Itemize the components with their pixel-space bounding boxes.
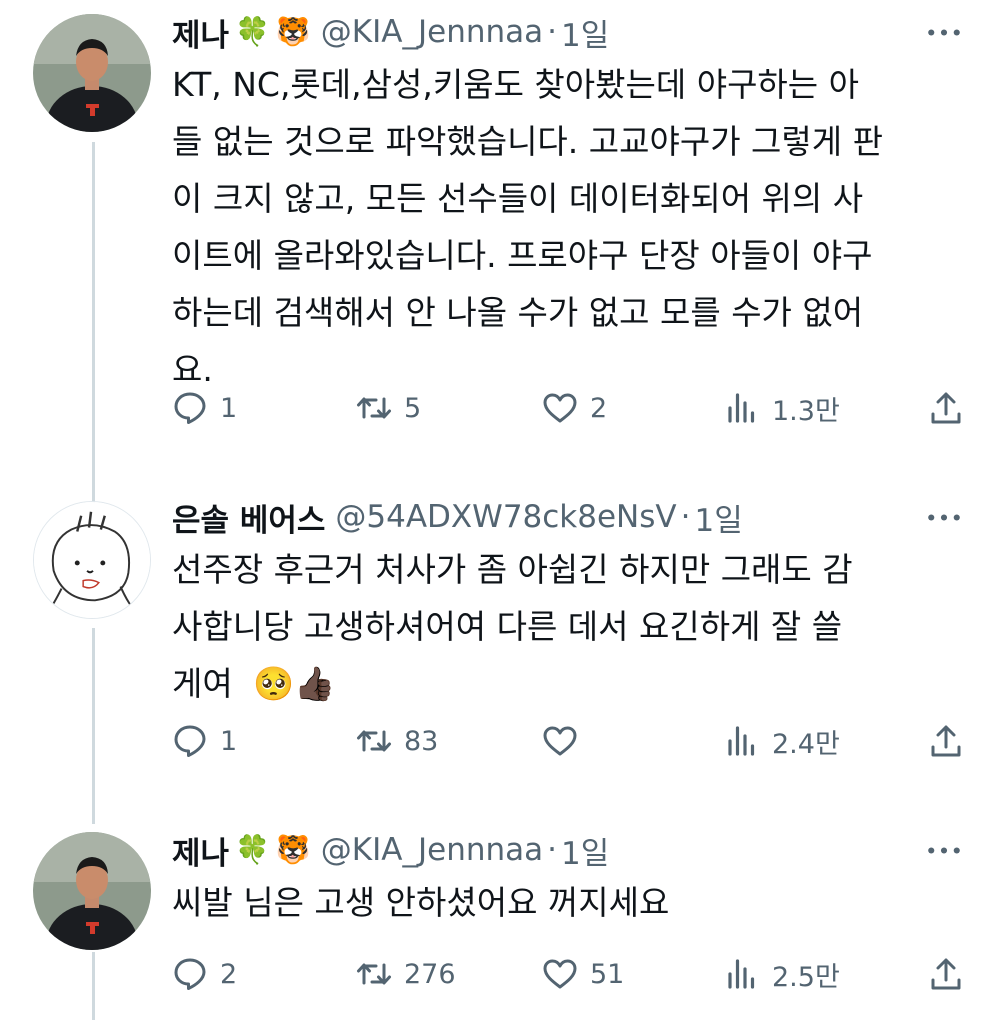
display-name[interactable]: 은솔 베어스: [172, 495, 325, 540]
tweet[interactable]: 은솔 베어스 @54ADXW78ck8eNsV · 1일 선주장 후근거 처사가…: [0, 495, 1000, 785]
views-count: 2.4만: [772, 728, 840, 760]
avatar[interactable]: [33, 14, 151, 132]
tweet[interactable]: 제나 🍀 🐯 @KIA_Jennnaa · 1일 KT, NC,롯데,삼성,키움…: [0, 10, 1000, 440]
views-button[interactable]: 2.4만: [724, 719, 840, 763]
reply-count: 2: [220, 958, 238, 990]
tweet-header: 제나 🍀 🐯 @KIA_Jennnaa · 1일: [172, 10, 609, 54]
avatar[interactable]: [33, 501, 151, 619]
reply-icon: [174, 725, 206, 757]
action-bar: 1 83 2.4만: [172, 719, 972, 763]
retweet-icon: [357, 963, 391, 985]
retweet-count: 276: [404, 958, 456, 990]
tweet-text-line: 하는데 검색해서 안 나올 수가 없고 모를 수가 없어: [172, 293, 864, 332]
user-handle[interactable]: @54ADXW78ck8eNsV: [335, 499, 676, 535]
tweet-text-line: 이트에 올라와있습니다. 프로야구 단장 아들이 야구: [172, 236, 873, 275]
retweet-button[interactable]: 83: [356, 719, 438, 763]
retweet-button[interactable]: 276: [356, 952, 456, 996]
tweet-text-line: KT, NC,롯데,삼성,키움도 찾아봤는데 야구하는 아: [172, 65, 860, 104]
tiger-emoji: 🐯: [275, 15, 311, 48]
tweet-text-line: 들 없는 것으로 파악했습니다. 고교야구가 그렇게 판: [172, 122, 883, 161]
action-bar: 1 5 2 1.3만: [172, 386, 972, 430]
retweet-icon: [357, 397, 391, 419]
tweet-text: 선주장 후근거 처사가 좀 아쉽긴 하지만 그래도 감 사합니당 고생하셔어여 …: [172, 541, 962, 712]
tiger-emoji: 🐯: [275, 833, 311, 866]
reply-icon: [174, 958, 206, 990]
retweet-button[interactable]: 5: [356, 386, 421, 430]
display-name[interactable]: 제나: [172, 828, 229, 873]
tweet-text-segment: 게여: [172, 664, 233, 703]
retweet-icon: [357, 730, 391, 752]
separator-dot: ·: [547, 14, 557, 50]
reply-button[interactable]: 1: [172, 719, 237, 763]
like-count: 51: [590, 958, 625, 990]
tweet-text-line: 이 크지 않고, 모든 선수들이 데이터화되어 위의 사: [172, 179, 864, 218]
views-icon: [728, 393, 755, 423]
share-button[interactable]: [928, 719, 964, 763]
avatar[interactable]: [33, 832, 151, 950]
views-button[interactable]: 2.5만: [724, 952, 840, 996]
display-name[interactable]: 제나: [172, 10, 229, 55]
share-icon: [931, 958, 961, 990]
pleading-thumbs-emoji: 🥺👍🏿: [253, 664, 336, 703]
share-button[interactable]: [928, 386, 964, 430]
views-button[interactable]: 1.3만: [724, 386, 840, 430]
separator-dot: ·: [680, 499, 691, 535]
like-icon: [543, 393, 577, 423]
profile-drawing: [34, 502, 150, 618]
more-icon[interactable]: [924, 830, 964, 870]
clover-emoji: 🍀: [235, 15, 270, 48]
reply-button[interactable]: 2: [172, 952, 237, 996]
views-count: 1.3만: [772, 395, 840, 427]
like-icon: [543, 959, 577, 989]
tweet-text-line: 선주장 후근거 처사가 좀 아쉽긴 하지만 그래도 감: [172, 550, 853, 589]
more-icon[interactable]: [924, 497, 964, 537]
tweet-text: 씨발 님은 고생 안하셨어요 꺼지세요: [172, 874, 962, 931]
tweet-text-line: 씨발 님은 고생 안하셨어요 꺼지세요: [172, 883, 670, 922]
share-icon: [931, 725, 961, 757]
tweet[interactable]: 제나 🍀 🐯 @KIA_Jennnaa · 1일 씨발 님은 고생 안하셨어요 …: [0, 828, 1000, 1018]
share-icon: [931, 392, 961, 424]
reply-icon: [174, 392, 206, 424]
views-icon: [728, 726, 755, 756]
views-count: 2.5만: [772, 961, 840, 993]
like-count: 2: [590, 392, 608, 424]
tweet-text-line: 사합니당 고생하셔어여 다른 데서 요긴하게 잘 쓸: [172, 607, 843, 646]
views-icon: [728, 959, 755, 989]
reply-button[interactable]: 1: [172, 386, 237, 430]
retweet-count: 83: [404, 725, 439, 757]
like-button[interactable]: 2: [542, 386, 607, 430]
reply-count: 1: [220, 725, 238, 757]
profile-photo: [33, 832, 151, 950]
tweet-header: 은솔 베어스 @54ADXW78ck8eNsV · 1일: [172, 495, 743, 539]
more-icon[interactable]: [924, 12, 964, 52]
like-icon: [543, 726, 577, 756]
tweet-text-line: 게여 🥺👍🏿: [172, 655, 962, 712]
timestamp[interactable]: 1일: [561, 10, 609, 55]
like-button[interactable]: 51: [542, 952, 624, 996]
profile-photo: [33, 14, 151, 132]
like-button[interactable]: [542, 719, 590, 763]
reply-count: 1: [220, 392, 238, 424]
timestamp[interactable]: 1일: [694, 495, 742, 540]
share-button[interactable]: [928, 952, 964, 996]
retweet-count: 5: [404, 392, 422, 424]
timestamp[interactable]: 1일: [561, 828, 609, 873]
clover-emoji: 🍀: [235, 833, 270, 866]
user-handle[interactable]: @KIA_Jennnaa: [321, 832, 543, 868]
action-bar: 2 276 51 2.5만: [172, 952, 972, 996]
tweet-header: 제나 🍀 🐯 @KIA_Jennnaa · 1일: [172, 828, 609, 872]
user-handle[interactable]: @KIA_Jennnaa: [321, 14, 543, 50]
separator-dot: ·: [547, 832, 557, 868]
tweet-text: KT, NC,롯데,삼성,키움도 찾아봤는데 야구하는 아 들 없는 것으로 파…: [172, 56, 962, 398]
